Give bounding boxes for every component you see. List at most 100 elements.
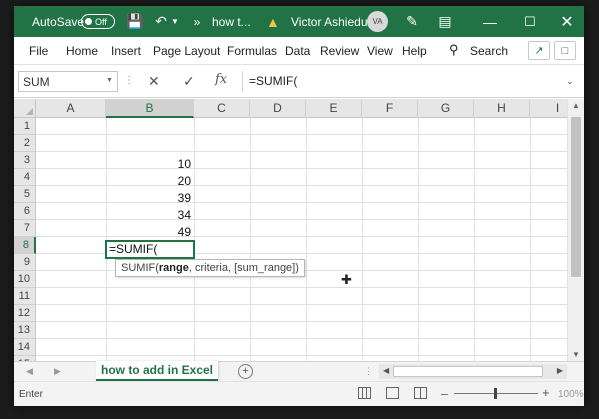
gridline — [36, 151, 567, 152]
share-icon[interactable]: ↗ — [528, 41, 550, 60]
row-header[interactable]: 1 — [14, 118, 36, 135]
enter-check-icon[interactable]: ✓ — [183, 73, 195, 90]
save-icon[interactable]: 💾 — [124, 6, 146, 37]
menu-file[interactable]: File — [29, 44, 48, 58]
sheet-prev-icon[interactable]: ◀ — [26, 366, 33, 377]
zoom-out-icon[interactable]: – — [441, 386, 448, 401]
scroll-thumb[interactable] — [571, 117, 581, 277]
column-header[interactable]: G — [418, 99, 474, 118]
name-box[interactable]: SUM — [18, 71, 118, 92]
cell-b3[interactable]: 10 — [106, 157, 194, 171]
page-break-view-icon[interactable] — [414, 387, 427, 399]
horizontal-scrollbar[interactable]: ◀ ▶ — [379, 364, 567, 379]
hscroll-thumb[interactable] — [393, 366, 543, 377]
active-cell-b8[interactable]: =SUMIF( — [105, 240, 195, 259]
expand-formula-bar-icon[interactable]: ⌄ — [566, 76, 574, 87]
column-header[interactable]: C — [194, 99, 250, 118]
zoom-slider-handle[interactable] — [494, 388, 497, 399]
row-header[interactable]: 2 — [14, 135, 36, 152]
autosave-state: Off — [95, 16, 107, 27]
undo-icon[interactable]: ↶ — [150, 6, 172, 37]
user-name[interactable]: Victor Ashiedu — [291, 6, 368, 37]
menu-page-layout[interactable]: Page Layout — [153, 44, 220, 58]
row-header[interactable]: 9 — [14, 254, 36, 271]
close-button[interactable]: ✕ — [550, 6, 584, 37]
row-header[interactable]: 10 — [14, 271, 36, 288]
insert-function-icon[interactable]: fx — [215, 72, 227, 87]
select-all-corner[interactable] — [14, 99, 36, 118]
row-header[interactable]: 12 — [14, 305, 36, 322]
column-header[interactable]: E — [306, 99, 362, 118]
column-header[interactable]: H — [474, 99, 530, 118]
row-header[interactable]: 3 — [14, 152, 36, 169]
cell-cursor-icon: ✚ — [341, 272, 352, 287]
gridline — [36, 355, 567, 356]
worksheet-grid[interactable]: A B C D E F G H I 1 2 3 4 5 6 7 8 9 10 1… — [14, 99, 567, 361]
tooltip-func: SUMIF( — [121, 262, 159, 274]
add-sheet-icon[interactable]: + — [238, 364, 253, 379]
vertical-scrollbar[interactable]: ▲ ▼ — [567, 99, 584, 361]
drag-handle-icon[interactable]: ⋮ — [124, 75, 134, 86]
row-header[interactable]: 4 — [14, 169, 36, 186]
autosave-label: AutoSave — [32, 14, 85, 29]
menu-formulas[interactable]: Formulas — [227, 44, 277, 58]
cell-b4[interactable]: 20 — [106, 174, 194, 188]
avatar[interactable]: VA — [367, 11, 388, 32]
column-header[interactable]: F — [362, 99, 418, 118]
page-layout-view-icon[interactable] — [386, 387, 399, 399]
menu-review[interactable]: Review — [320, 44, 359, 58]
chevron-down-icon[interactable]: ▼ — [106, 77, 113, 84]
column-header[interactable]: D — [250, 99, 306, 118]
cell-b6[interactable]: 34 — [106, 208, 194, 222]
undo-dropdown-icon[interactable]: ▼ — [170, 6, 180, 37]
menu-help[interactable]: Help — [402, 44, 427, 58]
search-label[interactable]: Search — [470, 44, 508, 58]
gridline — [530, 118, 531, 361]
gridline — [36, 304, 567, 305]
menu-insert[interactable]: Insert — [111, 44, 141, 58]
row-header[interactable]: 14 — [14, 339, 36, 356]
comment-icon[interactable]: □ — [554, 41, 576, 60]
minimize-button[interactable]: — — [470, 6, 510, 37]
cell-b5[interactable]: 39 — [106, 191, 194, 205]
scroll-left-icon[interactable]: ◀ — [383, 366, 389, 375]
gridline — [36, 287, 567, 288]
sheet-next-icon[interactable]: ▶ — [54, 366, 61, 377]
scroll-up-icon[interactable]: ▲ — [572, 101, 580, 110]
pen-icon[interactable]: ✎ — [401, 6, 423, 37]
status-bar: Enter – + 100% — [14, 381, 584, 406]
sheet-tab-active[interactable]: how to add in Excel — [96, 361, 218, 382]
formula-bar: SUM ▼ ⋮ ✕ ✓ fx =SUMIF( ⌄ — [14, 66, 584, 98]
cancel-icon[interactable]: ✕ — [148, 73, 160, 90]
zoom-level[interactable]: 100% — [558, 389, 584, 400]
maximize-button[interactable]: ☐ — [510, 6, 550, 37]
row-header[interactable]: 11 — [14, 288, 36, 305]
row-header[interactable]: 6 — [14, 203, 36, 220]
formula-input[interactable]: =SUMIF( — [242, 71, 578, 92]
scroll-down-icon[interactable]: ▼ — [572, 350, 580, 359]
column-header-active[interactable]: B — [106, 99, 194, 118]
column-header[interactable]: I — [530, 99, 567, 118]
tab-split-handle-icon[interactable]: ⋮ — [364, 366, 373, 377]
row-header[interactable]: 7 — [14, 220, 36, 237]
row-header-active[interactable]: 8 — [14, 237, 36, 254]
tooltip-arg-range[interactable]: range — [159, 262, 189, 274]
cell-b7[interactable]: 49 — [106, 225, 194, 239]
normal-view-icon[interactable] — [358, 387, 371, 399]
autosave-toggle[interactable]: Off — [81, 14, 115, 29]
warning-icon[interactable]: ▲ — [266, 6, 280, 37]
tooltip-rest: , criteria, [sum_range]) — [188, 262, 299, 274]
row-header[interactable]: 5 — [14, 186, 36, 203]
sheet-tab-bar: ◀ ▶ how to add in Excel + ⋮ ◀ ▶ — [14, 361, 584, 382]
search-icon[interactable]: ⚲ — [449, 42, 459, 58]
row-header[interactable]: 13 — [14, 322, 36, 339]
more-commands-icon[interactable]: » — [186, 6, 208, 37]
gridline — [362, 118, 363, 361]
menu-view[interactable]: View — [367, 44, 393, 58]
ribbon-display-icon[interactable]: ▤ — [434, 6, 456, 37]
zoom-in-icon[interactable]: + — [542, 385, 550, 400]
menu-home[interactable]: Home — [66, 44, 98, 58]
column-header[interactable]: A — [36, 99, 106, 118]
menu-data[interactable]: Data — [285, 44, 310, 58]
scroll-right-icon[interactable]: ▶ — [557, 366, 563, 375]
